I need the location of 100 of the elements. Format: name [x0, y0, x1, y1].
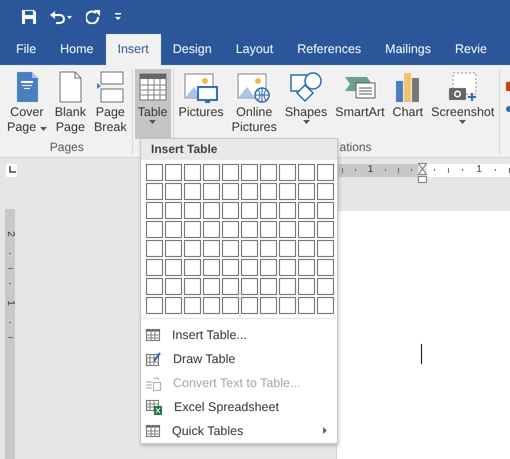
grid-cell[interactable] [203, 278, 220, 295]
grid-cell[interactable] [298, 278, 315, 295]
ribbon-tab[interactable]: Mailings [373, 34, 444, 65]
ribbon-button[interactable]: Chart [390, 69, 426, 139]
grid-cell[interactable] [203, 202, 220, 219]
ribbon-tab[interactable]: Home [48, 34, 106, 65]
grid-cell[interactable] [222, 240, 239, 257]
grid-cell[interactable] [184, 240, 201, 257]
grid-cell[interactable] [222, 202, 239, 219]
grid-cell[interactable] [298, 259, 315, 276]
ribbon-tab[interactable]: Design [160, 34, 224, 65]
grid-cell[interactable] [260, 183, 277, 200]
grid-cell[interactable] [298, 164, 315, 181]
indent-marker-icon[interactable] [418, 162, 427, 184]
save-icon[interactable] [22, 10, 36, 24]
ribbon-button[interactable]: Cover Page [4, 69, 50, 139]
grid-cell[interactable] [146, 183, 163, 200]
grid-cell[interactable] [146, 278, 163, 295]
ribbon-button[interactable]: Table [134, 69, 171, 139]
grid-cell[interactable] [165, 240, 182, 257]
grid-cell[interactable] [203, 164, 220, 181]
grid-cell[interactable] [165, 297, 182, 314]
ribbon-button[interactable]: SmartArt [332, 69, 388, 139]
grid-cell[interactable] [317, 202, 334, 219]
grid-cell[interactable] [184, 202, 201, 219]
menu-item[interactable]: Draw Table [141, 347, 337, 371]
ribbon-button[interactable]: Page Break [90, 69, 130, 139]
ribbon-tab[interactable]: Layout [224, 34, 286, 65]
grid-cell[interactable] [241, 202, 258, 219]
grid-cell[interactable] [146, 164, 163, 181]
ribbon-tab[interactable]: Insert [106, 34, 161, 65]
grid-cell[interactable] [260, 221, 277, 238]
grid-cell[interactable] [298, 202, 315, 219]
customize-toolbar-icon[interactable] [114, 13, 122, 21]
grid-cell[interactable] [279, 164, 296, 181]
grid-cell[interactable] [222, 164, 239, 181]
grid-cell[interactable] [241, 240, 258, 257]
grid-cell[interactable] [241, 259, 258, 276]
grid-cell[interactable] [241, 278, 258, 295]
grid-cell[interactable] [203, 221, 220, 238]
grid-cell[interactable] [146, 297, 163, 314]
ribbon-tab[interactable]: References [285, 34, 374, 65]
grid-cell[interactable] [279, 221, 296, 238]
grid-cell[interactable] [260, 278, 277, 295]
grid-cell[interactable] [317, 164, 334, 181]
grid-cell[interactable] [317, 183, 334, 200]
grid-cell[interactable] [222, 278, 239, 295]
grid-cell[interactable] [146, 221, 163, 238]
grid-cell[interactable] [279, 297, 296, 314]
ribbon-tab[interactable]: File [4, 34, 48, 65]
grid-cell[interactable] [279, 278, 296, 295]
grid-cell[interactable] [165, 202, 182, 219]
tab-selector[interactable] [6, 164, 17, 176]
grid-cell[interactable] [317, 221, 334, 238]
grid-cell[interactable] [241, 221, 258, 238]
grid-cell[interactable] [203, 183, 220, 200]
grid-cell[interactable] [241, 164, 258, 181]
grid-cell[interactable] [146, 202, 163, 219]
grid-cell[interactable] [260, 240, 277, 257]
grid-cell[interactable] [260, 297, 277, 314]
grid-cell[interactable] [146, 240, 163, 257]
ribbon-button[interactable]: Pictures [176, 69, 227, 139]
grid-cell[interactable] [184, 164, 201, 181]
menu-item[interactable]: Quick Tables [141, 419, 337, 443]
grid-cell[interactable] [298, 297, 315, 314]
grid-cell[interactable] [203, 240, 220, 257]
grid-cell[interactable] [165, 221, 182, 238]
grid-cell[interactable] [165, 278, 182, 295]
grid-cell[interactable] [317, 297, 334, 314]
grid-cell[interactable] [184, 183, 201, 200]
grid-cell[interactable] [222, 221, 239, 238]
grid-cell[interactable] [184, 259, 201, 276]
grid-cell[interactable] [298, 221, 315, 238]
grid-cell[interactable] [203, 259, 220, 276]
grid-cell[interactable] [279, 202, 296, 219]
grid-cell[interactable] [241, 183, 258, 200]
grid-cell[interactable] [317, 240, 334, 257]
undo-icon[interactable] [50, 10, 72, 24]
grid-cell[interactable] [222, 259, 239, 276]
ribbon-button[interactable]: Online Pictures [228, 69, 280, 139]
grid-cell[interactable] [260, 202, 277, 219]
grid-cell[interactable] [298, 240, 315, 257]
grid-cell[interactable] [184, 297, 201, 314]
ribbon-button[interactable]: Blank Page [52, 69, 89, 139]
grid-cell[interactable] [260, 164, 277, 181]
grid-cell[interactable] [279, 183, 296, 200]
ribbon-button[interactable]: Screenshot [428, 69, 498, 139]
grid-cell[interactable] [222, 183, 239, 200]
grid-cell[interactable] [298, 183, 315, 200]
grid-cell[interactable] [317, 278, 334, 295]
grid-cell[interactable] [146, 259, 163, 276]
grid-cell[interactable] [165, 183, 182, 200]
grid-cell[interactable] [165, 164, 182, 181]
grid-cell[interactable] [260, 259, 277, 276]
grid-cell[interactable] [184, 278, 201, 295]
grid-cell[interactable] [317, 259, 334, 276]
menu-item[interactable]: Insert Table... [141, 323, 337, 347]
ribbon-tab[interactable]: Revie [443, 34, 499, 65]
ribbon-button[interactable]: Shapes [282, 69, 330, 139]
grid-cell[interactable] [203, 297, 220, 314]
